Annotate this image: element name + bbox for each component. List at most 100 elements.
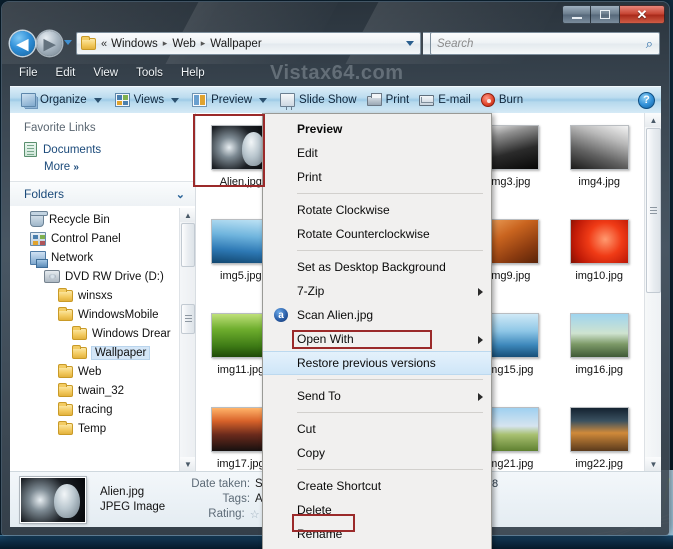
scroll-down-arrow-icon[interactable]: ▼ <box>180 457 195 471</box>
context-menu-item-label: Rename <box>297 527 343 541</box>
address-breadcrumb-bar[interactable]: « Windows ▸ Web ▸ Wallpaper <box>76 32 421 55</box>
tree-item-web[interactable]: Web <box>10 362 195 381</box>
toolbar-slideshow-button[interactable]: Slide Show <box>275 90 362 110</box>
maximize-button[interactable] <box>591 5 620 24</box>
recent-pages-dropdown-icon[interactable] <box>64 40 72 45</box>
context-menu-item-restore-previous-versions[interactable]: Restore previous versions <box>263 351 491 375</box>
folder-tree-scrollbar[interactable]: ▲ ▼ <box>179 208 195 471</box>
details-date-taken-key: Date taken: <box>191 478 251 490</box>
breadcrumb-web[interactable]: Web <box>172 38 195 50</box>
tree-item-label: WindowsMobile <box>78 308 159 321</box>
tree-item-twain-32[interactable]: twain_32 <box>10 381 195 400</box>
search-input[interactable]: Search <box>437 38 473 50</box>
forward-button[interactable]: ▶ <box>37 31 62 56</box>
context-menu-item-edit[interactable]: Edit <box>263 141 491 165</box>
context-menu-item-7-zip[interactable]: 7-Zip <box>263 279 491 303</box>
file-tile[interactable]: img10.jpg <box>554 213 644 307</box>
scrollbar-thumb[interactable] <box>646 128 661 293</box>
folders-header[interactable]: Folders ⌄ <box>10 181 195 206</box>
menu-item-view[interactable]: View <box>84 65 127 81</box>
title-bar[interactable]: ✕ <box>2 2 669 28</box>
scrollbar-thumb-2[interactable] <box>181 304 195 334</box>
menu-item-tools[interactable]: Tools <box>127 65 172 81</box>
context-menu-item-send-to[interactable]: Send To <box>263 384 491 408</box>
minimize-button[interactable] <box>562 5 591 24</box>
details-thumbnail <box>20 476 86 523</box>
context-menu-item-delete[interactable]: Delete <box>263 498 491 522</box>
file-tile[interactable]: img4.jpg <box>554 119 644 213</box>
file-tile[interactable]: img16.jpg <box>554 307 644 401</box>
toolbar-views-button[interactable]: Views <box>110 90 187 110</box>
breadcrumb-windows[interactable]: Windows <box>111 38 158 50</box>
tree-item-recycle-bin[interactable]: Recycle Bin <box>10 210 195 229</box>
context-menu-item-preview[interactable]: Preview <box>263 117 491 141</box>
thumbnail-art <box>570 408 628 451</box>
details-filename: Alien.jpg <box>100 486 145 498</box>
address-dropdown-icon[interactable] <box>406 41 414 46</box>
context-menu[interactable]: Preview Edit Print Rotate Clockwise Rotate C… <box>262 113 492 549</box>
toolbar-organize-label: Organize <box>40 94 87 106</box>
toolbar-burn-button[interactable]: Burn <box>476 90 528 110</box>
file-tile[interactable]: img22.jpg <box>554 401 644 471</box>
scroll-up-arrow-icon[interactable]: ▲ <box>180 208 195 222</box>
sidebar-more-link[interactable]: More » <box>10 159 195 173</box>
breadcrumb-wallpaper[interactable]: Wallpaper <box>210 38 261 50</box>
tree-item-windowsmobile[interactable]: WindowsMobile <box>10 305 195 324</box>
breadcrumb-separator-icon[interactable]: ▸ <box>201 38 206 49</box>
details-filetype: JPEG Image <box>100 501 166 513</box>
breadcrumb-separator-icon[interactable]: ▸ <box>163 38 168 49</box>
menu-item-file[interactable]: File <box>10 65 47 81</box>
control-panel-icon <box>30 231 46 246</box>
tree-item-dvd-rw-drive-d[interactable]: DVD RW Drive (D:) <box>10 267 195 286</box>
file-name-label: img3.jpg <box>488 176 531 188</box>
tree-item-windows-drear[interactable]: Windows Drear <box>10 324 195 343</box>
context-menu-item-label: Open With <box>297 332 354 346</box>
toolbar-email-button[interactable]: E-mail <box>414 91 476 109</box>
context-menu-item-create-shortcut[interactable]: Create Shortcut <box>263 474 491 498</box>
tree-item-temp[interactable]: Temp <box>10 419 195 438</box>
file-thumbnail <box>569 125 629 170</box>
context-menu-item-open-with[interactable]: Open With <box>263 327 491 351</box>
context-menu-item-set-as-desktop-background[interactable]: Set as Desktop Background <box>263 255 491 279</box>
chevron-down-icon[interactable] <box>259 97 268 103</box>
tree-item-control-panel[interactable]: Control Panel <box>10 229 195 248</box>
scrollbar-thumb[interactable] <box>181 223 195 267</box>
menu-item-help[interactable]: Help <box>172 65 214 81</box>
context-menu-item-rotate-clockwise[interactable]: Rotate Clockwise <box>263 198 491 222</box>
tree-item-wallpaper[interactable]: Wallpaper <box>10 343 195 362</box>
tree-item-winsxs[interactable]: winsxs <box>10 286 195 305</box>
search-box[interactable]: Search ⌕ <box>430 32 660 55</box>
scroll-down-arrow-icon[interactable]: ▼ <box>645 457 661 471</box>
context-menu-item-scan-alien-jpg[interactable]: a Scan Alien.jpg <box>263 303 491 327</box>
context-menu-item-rename[interactable]: Rename <box>263 522 491 546</box>
folder-icon <box>58 287 73 302</box>
chevron-down-icon[interactable]: ⌄ <box>176 188 185 201</box>
tree-item-tracing[interactable]: tracing <box>10 400 195 419</box>
toolbar-preview-label: Preview <box>211 94 253 106</box>
context-menu-item-rotate-counterclockwise[interactable]: Rotate Counterclockwise <box>263 222 491 246</box>
context-menu-item-cut[interactable]: Cut <box>263 417 491 441</box>
menu-item-edit[interactable]: Edit <box>47 65 85 81</box>
context-menu-item-print[interactable]: Print <box>263 165 491 189</box>
toolbar-preview-button[interactable]: Preview <box>187 90 275 110</box>
file-name-label: img21.jpg <box>485 458 534 470</box>
screen: 8 ✕ ◀ ▶ « Windows ▸ Web ▸ Wallpaper Sear… <box>0 0 673 549</box>
help-button[interactable]: ? <box>638 91 655 109</box>
toolbar-print-button[interactable]: Print <box>362 91 415 109</box>
scroll-up-arrow-icon[interactable]: ▲ <box>645 113 661 127</box>
submenu-arrow-icon <box>478 393 483 401</box>
folder-icon <box>58 382 73 397</box>
file-list-scrollbar[interactable]: ▲ ▼ <box>644 113 661 471</box>
close-button[interactable]: ✕ <box>620 5 665 24</box>
tree-item-network[interactable]: Network <box>10 248 195 268</box>
context-menu-item-label: Restore previous versions <box>297 356 436 370</box>
minimize-icon <box>571 16 582 19</box>
toolbar-print-label: Print <box>385 94 410 106</box>
sidebar-item-documents[interactable]: Documents <box>10 140 195 159</box>
breadcrumb-overflow-icon[interactable]: « <box>101 38 107 50</box>
context-menu-item-copy[interactable]: Copy <box>263 441 491 465</box>
toolbar-organize-button[interactable]: Organize <box>16 90 110 110</box>
chevron-down-icon[interactable] <box>171 97 180 103</box>
chevron-down-icon[interactable] <box>93 97 102 103</box>
back-button[interactable]: ◀ <box>10 31 35 56</box>
